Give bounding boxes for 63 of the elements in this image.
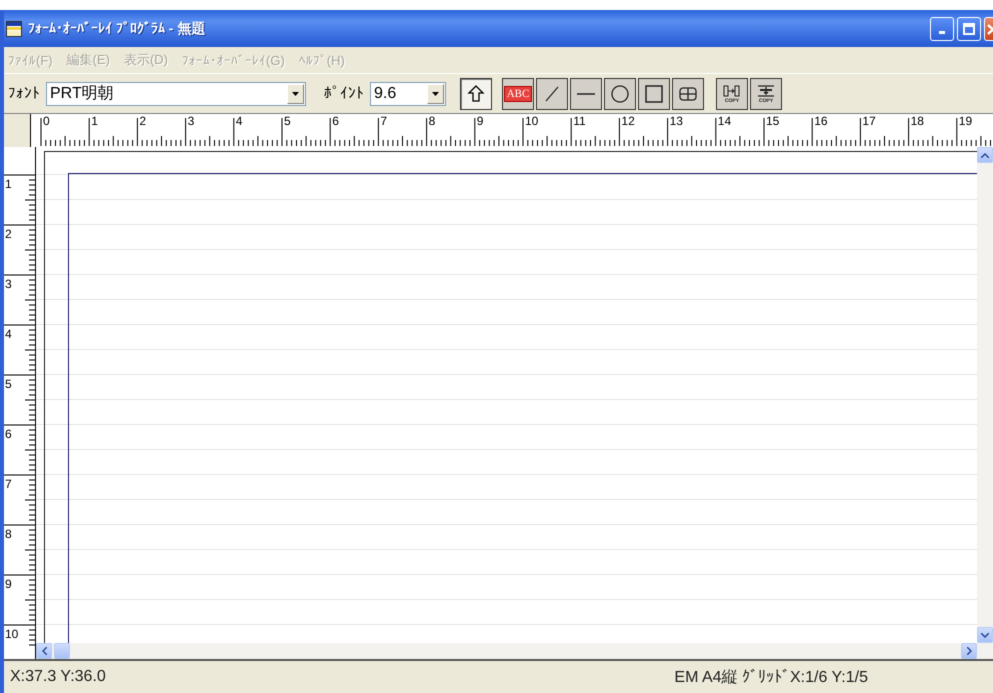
ruler-number: 7: [380, 115, 388, 127]
table-tool-button[interactable]: [672, 78, 704, 110]
rect-icon: [643, 82, 665, 104]
copy-v-icon: [755, 83, 777, 99]
ruler-number: 13: [670, 115, 683, 127]
window-title: ﾌｫｰﾑ･ｵｰﾊﾞｰﾚｲ ﾌﾟﾛｸﾞﾗﾑ - 無題: [28, 20, 206, 38]
pointer-icon: [465, 82, 487, 104]
minimize-button[interactable]: [930, 16, 954, 40]
ruler-number: 5: [284, 115, 291, 127]
point-dropdown[interactable]: 9.6: [370, 82, 446, 106]
ruler-number: 10: [525, 115, 538, 127]
ruler-number: 14: [718, 115, 732, 127]
horizontal-line-tool-button[interactable]: [570, 78, 602, 110]
rectangle-tool-button[interactable]: [638, 78, 670, 110]
ruler-number: 1: [5, 178, 12, 190]
line-tool-button[interactable]: [536, 78, 568, 110]
ruler-number: 1: [91, 115, 98, 127]
caret-icon: [292, 92, 299, 96]
ruler-number: 8: [5, 528, 12, 540]
ruler-number: 9: [476, 115, 484, 127]
ruler-number: 9: [5, 578, 12, 590]
ruler-number: 2: [139, 115, 146, 127]
ruler-number: 10: [5, 628, 18, 640]
ruler-number: 8: [428, 115, 436, 127]
ruler-number: 3: [188, 115, 194, 127]
hline-icon: [577, 92, 595, 94]
font-dropdown[interactable]: PRT明朝: [46, 82, 306, 106]
ruler-number: 11: [573, 115, 586, 127]
scroll-down-button[interactable]: [977, 627, 993, 643]
ruler-number: 17: [862, 115, 876, 127]
point-label: ﾎﾟｲﾝﾄ: [324, 85, 364, 102]
app-icon: [6, 20, 22, 36]
ruler-number: 3: [5, 278, 12, 290]
ruler-number: 4: [5, 328, 12, 340]
ruler-number: 2: [5, 228, 12, 240]
horizontal-scrollbar[interactable]: [36, 643, 993, 659]
maximize-button[interactable]: [957, 16, 981, 40]
ruler-number: 4: [236, 115, 242, 127]
ruler-number: 12: [621, 115, 635, 127]
ruler-number: 7: [5, 478, 12, 490]
scroll-left-button[interactable]: [36, 643, 52, 659]
minimize-icon: [939, 30, 945, 34]
ruler-number: 0: [43, 115, 50, 127]
scroll-right-button[interactable]: [961, 643, 977, 659]
arrow-tool-button[interactable]: [460, 78, 492, 110]
ruler-number: 6: [332, 115, 339, 127]
ruler-number: 19: [958, 115, 972, 127]
caret-icon: [432, 92, 439, 96]
scrollbar-thumb[interactable]: [54, 643, 70, 659]
maximize-icon: [962, 22, 976, 36]
circle-tool-button[interactable]: [604, 78, 636, 110]
font-label: ﾌｫﾝﾄ: [8, 85, 40, 102]
text-tool-button[interactable]: ABC: [502, 78, 534, 110]
vertical-scrollbar[interactable]: [977, 147, 993, 643]
page-info: EM A4縦 ｸﾞﾘｯﾄﾞX:1/6 Y:1/5: [674, 668, 868, 688]
ruler-number: 16: [814, 115, 828, 127]
circle-icon: [609, 82, 631, 104]
ruler-number: 18: [910, 115, 924, 127]
cursor-position: X:37.3 Y:36.0: [10, 668, 106, 686]
scroll-up-button[interactable]: [977, 147, 993, 163]
ruler-number: 5: [5, 378, 12, 390]
ruler-number: 15: [766, 115, 780, 127]
ruler-number: 6: [5, 428, 12, 440]
